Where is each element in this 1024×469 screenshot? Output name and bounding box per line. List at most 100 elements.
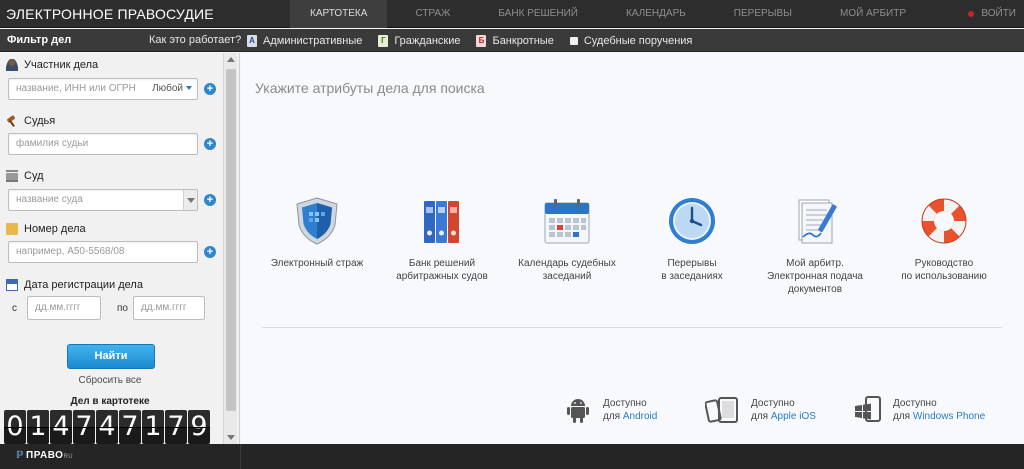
login-label: ВОЙТИ (981, 8, 1016, 19)
add-case-number-button[interactable]: + (204, 246, 216, 258)
how-it-works-link[interactable]: Как это работает? (149, 34, 241, 46)
android-icon (563, 395, 593, 425)
calendar-icon (6, 279, 18, 291)
bankruptcy-checkbox-icon[interactable]: Б (476, 34, 487, 47)
case-categories: А Административные Г Гражданские Б Банкр… (247, 29, 708, 52)
platform-for: для (893, 411, 911, 422)
nav-item-kalendar[interactable]: КАЛЕНДАРЬ (606, 0, 706, 28)
tile-caption-line: Электронная подача (767, 271, 863, 282)
platform-line: для Apple iOS (751, 410, 816, 423)
clock-icon (666, 195, 718, 247)
tile-breaks[interactable]: Перерывы в заседаниях (637, 195, 747, 283)
category-administrative[interactable]: А Административные (247, 34, 362, 47)
person-icon (6, 59, 18, 71)
scroll-down-arrow-icon[interactable] (227, 435, 235, 440)
court-select[interactable]: название суда (8, 189, 198, 211)
judge-input[interactable]: фамилия судьи (8, 133, 198, 155)
find-button[interactable]: Найти (67, 344, 155, 369)
court-label-text: Суд (24, 170, 44, 182)
reset-all-link[interactable]: Сбросить все (0, 375, 220, 386)
add-participant-button[interactable]: + (204, 83, 216, 95)
nav-item-moy-arbitr[interactable]: МОЙ АРБИТР (820, 0, 926, 28)
category-court-orders[interactable]: Судебные поручения (569, 34, 693, 47)
date-from-label: с (12, 303, 17, 314)
cases-count-label: Дел в картотеке (70, 396, 150, 407)
tile-caption-line: Электронный страж (270, 258, 364, 269)
category-label: Гражданские (394, 34, 461, 47)
tile-decisions-bank[interactable]: Банк решений арбитражных судов (387, 195, 497, 283)
tile-caption: Мой арбитр. Электронная подача документо… (760, 257, 870, 296)
counter-digit: 7 (73, 410, 95, 444)
section-divider (262, 327, 1002, 328)
gavel-icon (6, 115, 18, 127)
tile-electronic-guard[interactable]: Электронный страж (262, 195, 372, 270)
tile-caption: Перерывы в заседаниях (637, 257, 747, 283)
tile-caption-line: арбитражных судов (396, 271, 488, 282)
case-number-placeholder: например, А50-5568/08 (16, 246, 125, 257)
apple-devices-icon (704, 395, 741, 425)
category-label: Судебные поручения (583, 34, 693, 47)
tile-caption-line: Банк решений (408, 258, 476, 269)
sidebar-scrollbar[interactable] (223, 53, 237, 444)
participant-input[interactable]: название, ИНН или ОГРН Любой (8, 78, 198, 100)
case-number-label-text: Номер дела (24, 223, 86, 235)
scroll-thumb[interactable] (226, 69, 236, 411)
category-civil[interactable]: Г Гражданские (378, 34, 461, 47)
shield-icon (291, 195, 343, 247)
participant-placeholder: название, ИНН или ОГРН (16, 83, 136, 94)
nav-item-kartoteka[interactable]: КАРТОТЕКА (290, 0, 388, 28)
tile-caption-line: Календарь судебных (518, 258, 616, 269)
pravo-logo[interactable]: ℙ ПРАВОRU (16, 450, 73, 461)
nav-item-strazh[interactable]: СТРАЖ (395, 0, 470, 28)
participant-label: Участник дела (6, 59, 98, 71)
counter-digit: 7 (165, 410, 187, 444)
platform-name[interactable]: Windows Phone (913, 411, 985, 422)
add-court-button[interactable]: + (204, 194, 216, 206)
civil-checkbox-icon[interactable]: Г (378, 34, 389, 47)
reg-date-label: Дата регистрации дела (6, 279, 143, 291)
binders-icon (416, 195, 468, 247)
administrative-checkbox-icon[interactable]: А (247, 34, 257, 47)
platform-available: Доступно (603, 398, 647, 409)
brand-title[interactable]: ЭЛЕКТРОННОЕ ПРАВОСУДИЕ (6, 6, 214, 22)
tile-caption: Банк решений арбитражных судов (387, 257, 497, 283)
nav-item-pereryvy[interactable]: ПЕРЕРЫВЫ (714, 0, 812, 28)
scroll-up-arrow-icon[interactable] (227, 57, 235, 62)
tile-caption-line: документов (787, 284, 843, 295)
platform-android[interactable]: Доступно для Android (563, 395, 657, 425)
date-to-placeholder: дд.мм.гггг (141, 302, 187, 313)
judge-placeholder: фамилия судьи (16, 138, 89, 149)
participant-role-select[interactable]: Любой (152, 79, 192, 99)
platform-ios[interactable]: Доступно для Apple iOS (704, 395, 816, 425)
tile-court-calendar[interactable]: Календарь судебных заседаний (512, 195, 622, 283)
tile-caption-line: по использованию (901, 271, 987, 282)
date-to-label: по (117, 303, 128, 314)
date-from-placeholder: дд.мм.гггг (35, 302, 81, 313)
main-panel: Укажите атрибуты дела для поиска Электро… (241, 53, 1024, 444)
counter-digit: 9 (188, 410, 210, 444)
court-placeholder: название суда (16, 194, 83, 205)
tile-caption: Руководство по использованию (889, 257, 999, 283)
add-judge-button[interactable]: + (204, 138, 216, 150)
date-from-input[interactable]: дд.мм.гггг (27, 296, 101, 320)
platform-name[interactable]: Apple iOS (771, 411, 816, 422)
pravo-mark-icon: ℙ (16, 450, 24, 461)
platform-text: Доступно для Android (603, 397, 657, 423)
platform-windows-phone[interactable]: Доступно для Windows Phone (853, 395, 985, 425)
counter-digit: 4 (50, 410, 72, 444)
court-orders-checkbox-icon[interactable] (569, 36, 578, 45)
bottom-bar: ℙ ПРАВОRU (0, 444, 1024, 469)
login-link[interactable]: ВОЙТИ (968, 0, 1016, 28)
platform-name[interactable]: Android (623, 411, 657, 422)
nav-item-bank-resheniy[interactable]: БАНК РЕШЕНИЙ (478, 0, 598, 28)
court-dropdown-button[interactable] (183, 190, 197, 210)
tile-caption: Календарь судебных заседаний (512, 257, 622, 283)
date-to-input[interactable]: дд.мм.гггг (133, 296, 205, 320)
platform-for: для (603, 411, 621, 422)
page-title: Укажите атрибуты дела для поиска (255, 80, 485, 96)
tile-user-guide[interactable]: Руководство по использованию (889, 195, 999, 283)
cases-counter: 014747179 (4, 410, 211, 444)
category-bankruptcy[interactable]: Б Банкротные (476, 34, 554, 47)
tile-my-arbitr[interactable]: Мой арбитр. Электронная подача документо… (760, 195, 870, 296)
case-number-input[interactable]: например, А50-5568/08 (8, 241, 198, 263)
